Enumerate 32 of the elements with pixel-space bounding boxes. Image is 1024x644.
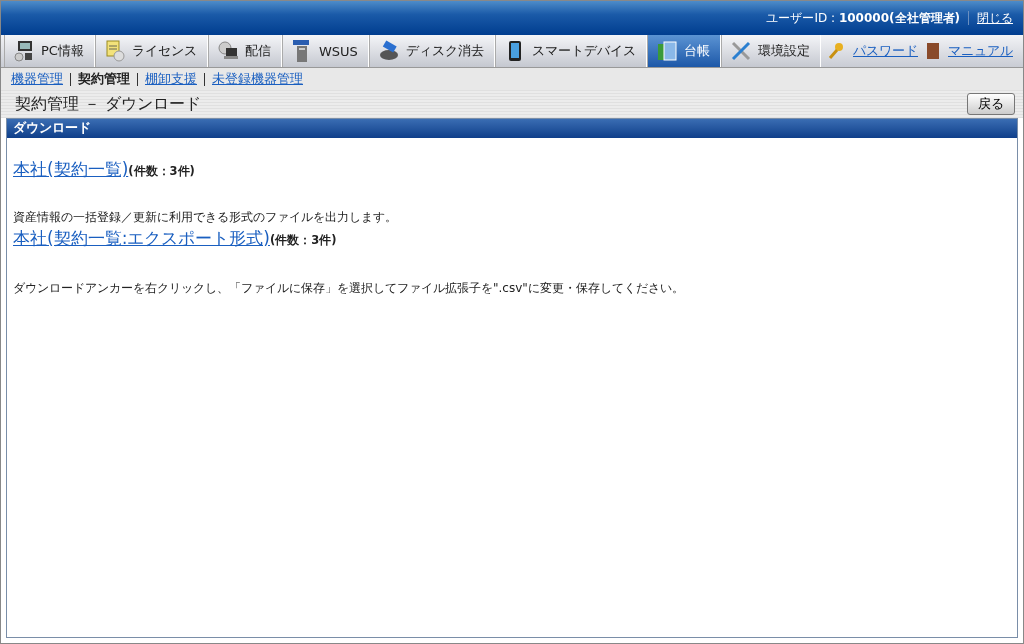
count-text: (件数：3件) [128, 164, 195, 179]
key-icon [827, 42, 845, 60]
sub-nav-link[interactable]: 未登録機器管理 [212, 70, 303, 88]
description-text: 資産情報の一括登録／更新に利用できる形式のファイルを出力します。 [13, 209, 398, 226]
download-link[interactable]: 本社(契約一覧) [13, 158, 129, 181]
binder-icon [655, 40, 678, 62]
nav-tab[interactable]: ディスク消去 [368, 35, 495, 67]
note-text: ダウンロードアンカーを右クリックし、「ファイルに保存」を選択してファイル拡張子を".csv"に変更・保存してください。 [13, 280, 685, 297]
nav-tab[interactable]: 台帳 [646, 35, 721, 67]
tool-link[interactable]: パスワード [853, 42, 918, 60]
back-button[interactable]: 戻る [967, 93, 1015, 115]
book-icon [926, 42, 940, 60]
nav-tab[interactable]: スマートデバイス [494, 35, 647, 67]
tools-icon [729, 40, 752, 62]
sub-nav-link[interactable]: 棚卸支援 [145, 70, 197, 88]
sub-nav-link[interactable]: 契約管理 [78, 70, 130, 88]
nav-tab[interactable]: ライセンス [94, 35, 208, 67]
certificate-icon [103, 40, 126, 62]
computer-icon [13, 40, 35, 62]
download-link[interactable]: 本社(契約一覧:エクスポート形式) [13, 227, 270, 250]
sub-nav-link[interactable]: 機器管理 [11, 70, 63, 88]
page-title: 契約管理 － ダウンロード [15, 93, 201, 115]
nav-tab[interactable]: WSUS [281, 35, 369, 67]
laptop-disc-icon [216, 40, 239, 62]
count-text: (件数：3件) [270, 233, 337, 248]
nav-tab[interactable]: 環境設定 [720, 35, 821, 67]
user-id: ユーザーID : 100000(全社管理者) [766, 9, 960, 27]
nav-tab[interactable]: PC情報 [4, 35, 95, 67]
tool-link[interactable]: マニュアル [948, 42, 1013, 60]
section-title: ダウンロード [7, 119, 1017, 138]
nav-tab[interactable]: 配信 [207, 35, 282, 67]
close-link[interactable]: 閉じる [977, 9, 1013, 27]
